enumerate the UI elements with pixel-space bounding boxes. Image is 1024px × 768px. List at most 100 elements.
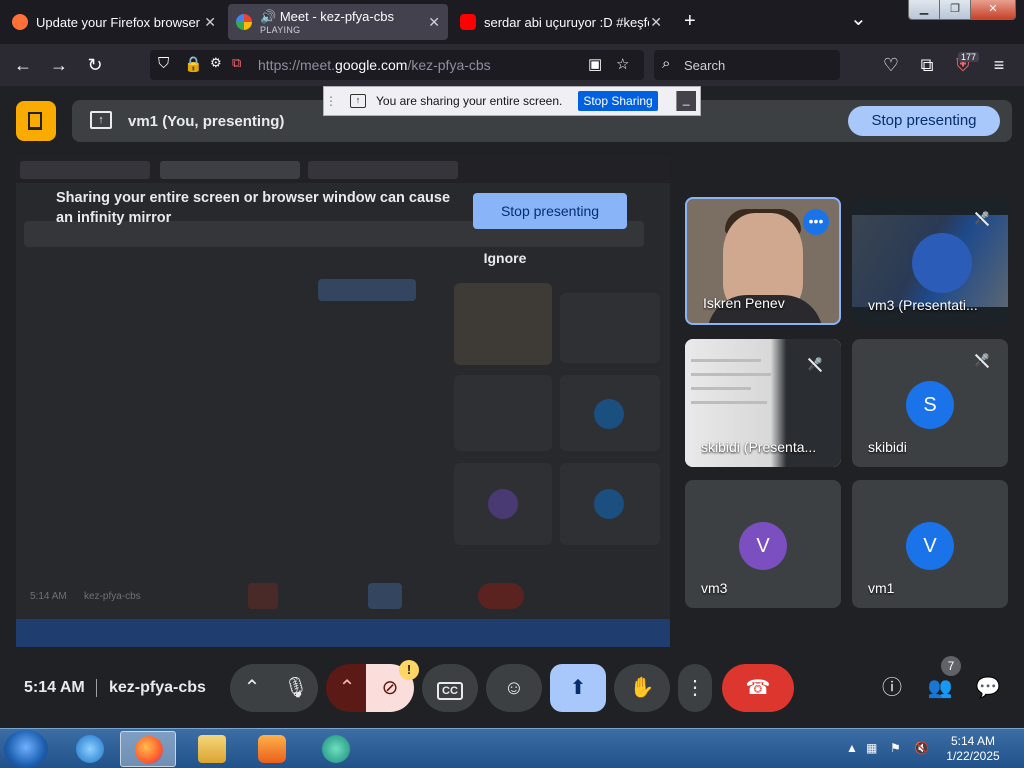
participant-tile-vm3[interactable]: V vm3 — [685, 480, 841, 608]
close-window-button[interactable]: ✕ — [971, 0, 1015, 19]
minimize-window-button[interactable]: ▁ — [909, 0, 940, 19]
tab-title: Update your Firefox browser — [36, 14, 201, 30]
participant-tile-iskren[interactable]: ••• Iskren Penev — [685, 197, 841, 325]
participant-tile-vm1[interactable]: V vm1 — [852, 480, 1008, 608]
browser-tab-bar: Update your Firefox browser ✕ 🔊 Meet - k… — [0, 0, 1024, 44]
close-tab-icon[interactable]: ✕ — [650, 14, 662, 31]
minimize-notification-button[interactable]: _ — [675, 91, 696, 111]
screen-share-indicator-icon[interactable]: ⧉ — [232, 55, 241, 71]
chat-icon[interactable]: 💬 — [974, 674, 1002, 702]
mirror-tab — [160, 161, 300, 179]
app-icon[interactable] — [308, 731, 364, 767]
audio-options-button[interactable]: ⌃ — [230, 664, 274, 712]
mirror-avatar — [594, 399, 624, 429]
video-glove — [912, 233, 972, 293]
emoji-icon: ☺ — [503, 677, 525, 699]
meeting-info-icon[interactable]: ⓘ — [878, 674, 906, 702]
sharing-text: You are sharing your entire screen. — [376, 94, 563, 108]
app-glyph — [322, 735, 350, 763]
tab-text: 🔊 Meet - kez-pfya-cbs PLAYING — [260, 9, 394, 35]
start-button[interactable] — [4, 730, 48, 768]
firefox-icon — [12, 14, 28, 30]
url-bar[interactable]: ⛉ 🔒 ⚙ ⧉ https://meet.google.com/kez-pfya… — [150, 50, 644, 80]
reload-button[interactable]: ↻ — [82, 52, 108, 78]
captions-button[interactable]: CC — [422, 664, 478, 712]
mirror-code: kez-pfya-cbs — [84, 591, 141, 602]
network-icon[interactable]: ▦ — [866, 741, 877, 755]
clock-time: 5:14 AM — [950, 734, 996, 748]
sharing-notification: ⋮ ↑ You are sharing your entire screen. … — [323, 86, 701, 116]
avatar: V — [906, 522, 954, 570]
mirror-stop-presenting-button[interactable]: Stop presenting — [473, 193, 627, 229]
firefox-glyph — [135, 736, 163, 764]
mic-off-icon: 🎤 — [807, 357, 823, 371]
present-screen-icon: ⬆ — [569, 677, 587, 699]
tab-title: Meet - kez-pfya-cbs — [279, 9, 394, 24]
mirror-tabbar — [16, 157, 670, 183]
bookmark-star-icon[interactable]: ☆ — [616, 55, 629, 73]
volume-muted-icon[interactable]: 🔇 — [914, 741, 929, 755]
permissions-icon[interactable]: ⚙ — [210, 55, 222, 71]
system-clock[interactable]: 5:14 AM 1/22/2025 — [938, 734, 1008, 764]
firefox-taskbar-icon[interactable] — [120, 731, 176, 767]
present-button[interactable]: ⬆ — [550, 664, 606, 712]
pocket-icon[interactable]: ♡ — [878, 52, 904, 78]
participant-name: vm1 — [868, 580, 895, 596]
menu-icon[interactable]: ≡ — [986, 52, 1012, 78]
url-domain: google.com — [335, 57, 408, 73]
close-tab-icon[interactable]: ✕ — [204, 14, 216, 31]
folder-glyph — [198, 735, 226, 763]
close-tab-icon[interactable]: ✕ — [428, 14, 440, 31]
media-glyph — [258, 735, 286, 763]
meet-favicon — [236, 14, 252, 30]
mirror-present-button — [368, 583, 402, 609]
tab-playing-label: PLAYING — [260, 25, 301, 35]
url-path: /kez-pfya-cbs — [407, 57, 491, 73]
new-tab-button[interactable]: + — [684, 10, 696, 33]
people-icon[interactable]: 👥 — [926, 674, 954, 702]
drag-handle[interactable]: ⋮ — [324, 94, 338, 108]
mirror-taskbar — [16, 619, 670, 647]
ignore-button[interactable]: Ignore — [470, 250, 540, 270]
more-options-button[interactable]: ⋮ — [678, 664, 712, 712]
maximize-window-button[interactable]: ❐ — [940, 0, 971, 19]
more-options-icon[interactable]: ••• — [803, 209, 829, 235]
forward-button[interactable]: → — [46, 52, 72, 78]
shield-icon[interactable]: ⛉ — [158, 55, 169, 72]
mirror-avatar — [594, 489, 624, 519]
stop-presenting-button[interactable]: Stop presenting — [848, 106, 1000, 136]
presenting-label: vm1 (You, presenting) — [128, 113, 285, 130]
participant-name: Iskren Penev — [703, 295, 785, 311]
search-bar[interactable]: ⌕ Search — [654, 50, 840, 80]
back-button[interactable]: ← — [10, 52, 36, 78]
flag-icon[interactable]: ⚑ — [890, 741, 901, 755]
file-explorer-icon[interactable] — [184, 731, 240, 767]
tab-youtube[interactable]: serdar abi uçuruyor :D #keşfet # ✕ — [452, 4, 670, 40]
reactions-button[interactable]: ☺ — [486, 664, 542, 712]
meeting-code: kez-pfya-cbs — [109, 679, 206, 696]
tab-update-firefox[interactable]: Update your Firefox browser ✕ — [4, 4, 224, 40]
screen-line — [691, 401, 767, 404]
microphone-button[interactable]: 🎙 — [274, 664, 318, 712]
internet-explorer-icon[interactable] — [62, 731, 118, 767]
participant-tile-skibidi-presentation[interactable]: 🎤 skibidi (Presenta... — [685, 339, 841, 467]
participant-tile-vm3-presentation[interactable]: 🎤 vm3 (Presentati... — [852, 197, 1008, 325]
tab-meet[interactable]: 🔊 Meet - kez-pfya-cbs PLAYING ✕ — [228, 4, 448, 40]
list-all-tabs-button[interactable]: ⌄ — [850, 6, 867, 31]
door-icon — [28, 112, 42, 130]
raise-hand-button[interactable]: ✋ — [614, 664, 670, 712]
url-text[interactable]: https://meet.google.com/kez-pfya-cbs — [258, 57, 491, 73]
microphone-icon: 🎙 — [283, 677, 309, 699]
leave-call-button[interactable]: ☎ — [722, 664, 794, 712]
meet-logo[interactable] — [16, 101, 56, 141]
participant-name: vm3 (Presentati... — [868, 297, 978, 313]
extensions-icon[interactable]: ⧉ — [914, 52, 940, 78]
picture-in-picture-icon[interactable]: ▣ — [588, 55, 602, 73]
video-options-button[interactable]: ⌃ — [326, 664, 368, 712]
mirror-tab — [308, 161, 458, 179]
stop-sharing-button[interactable]: Stop Sharing — [578, 91, 658, 111]
show-hidden-icons[interactable]: ▲ — [846, 741, 858, 755]
media-player-icon[interactable] — [244, 731, 300, 767]
participant-tile-skibidi[interactable]: 🎤 S skibidi — [852, 339, 1008, 467]
lock-icon[interactable]: 🔒 — [184, 55, 203, 73]
